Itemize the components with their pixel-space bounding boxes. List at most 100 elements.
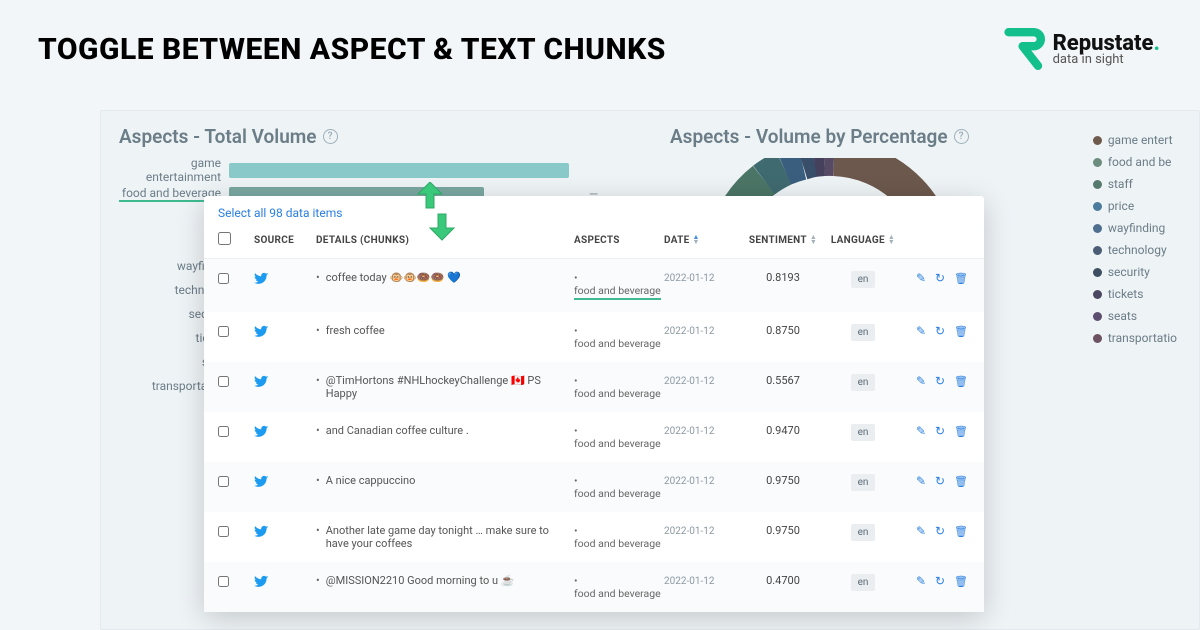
table-row[interactable]: •A nice cappuccino•food and beverage2022… — [204, 462, 984, 512]
twitter-icon — [254, 475, 269, 493]
delete-icon[interactable] — [954, 524, 970, 538]
row-date: 2022-01-12 — [664, 474, 742, 487]
row-checkbox[interactable] — [218, 273, 229, 284]
row-checkbox[interactable] — [218, 576, 229, 587]
row-date: 2022-01-12 — [664, 324, 742, 337]
edit-icon[interactable] — [916, 474, 928, 488]
twitter-icon — [254, 272, 269, 290]
legend-item[interactable]: technology — [1093, 239, 1177, 261]
column-details[interactable]: DETAILS (CHUNKS) — [316, 235, 574, 246]
row-checkbox[interactable] — [218, 326, 229, 337]
refresh-icon[interactable] — [935, 374, 947, 388]
legend-swatch-icon — [1093, 290, 1102, 299]
page-title: TOGGLE BETWEEN ASPECT & TEXT CHUNKS — [38, 32, 666, 67]
legend-item[interactable]: wayfinding — [1093, 217, 1177, 239]
legend-item[interactable]: price — [1093, 195, 1177, 217]
column-aspects[interactable]: ASPECTS — [574, 235, 664, 246]
data-items-modal: Select all 98 data items SOURCE DETAILS … — [204, 196, 984, 612]
edit-icon[interactable] — [916, 374, 928, 388]
row-actions — [902, 374, 970, 388]
table-row[interactable]: •coffee today 🐵🐵🍩🍩 💙•food and beverage20… — [204, 259, 984, 312]
column-language[interactable]: LANGUAGE▲▼ — [824, 235, 902, 246]
refresh-icon[interactable] — [935, 574, 947, 588]
row-language: en — [824, 474, 902, 491]
row-date: 2022-01-12 — [664, 424, 742, 437]
legend-swatch-icon — [1093, 202, 1102, 211]
legend-swatch-icon — [1093, 312, 1102, 321]
edit-icon[interactable] — [916, 424, 928, 438]
brand-block: Repustate. data in sight — [1003, 28, 1160, 70]
legend-item[interactable]: seats — [1093, 305, 1177, 327]
refresh-icon[interactable] — [935, 271, 947, 285]
row-checkbox[interactable] — [218, 376, 229, 387]
bar-row[interactable]: game entertainment — [119, 158, 630, 182]
edit-icon[interactable] — [916, 324, 928, 338]
delete-icon[interactable] — [954, 324, 970, 338]
row-language: en — [824, 574, 902, 591]
edit-icon[interactable] — [916, 574, 928, 588]
row-details: •coffee today 🐵🐵🍩🍩 💙 — [316, 271, 574, 284]
legend-item[interactable]: security — [1093, 261, 1177, 283]
legend-label: seats — [1108, 309, 1137, 323]
row-details: •A nice cappuccino — [316, 474, 574, 487]
select-all-checkbox[interactable] — [218, 232, 231, 245]
row-details: •Another late game day tonight … make su… — [316, 524, 574, 550]
row-actions — [902, 271, 970, 285]
refresh-icon[interactable] — [935, 324, 947, 338]
brand-logo-icon — [1003, 28, 1045, 70]
column-source[interactable]: SOURCE — [254, 235, 316, 246]
delete-icon[interactable] — [954, 374, 970, 388]
legend-label: tickets — [1108, 287, 1144, 301]
row-details: •fresh coffee — [316, 324, 574, 337]
legend-item[interactable]: transportatio — [1093, 327, 1177, 349]
sort-icon[interactable]: ▲▼ — [810, 235, 817, 245]
sort-icon[interactable]: ▲▼ — [693, 235, 700, 245]
row-details: •@MISSION2210 Good morning to u ☕ — [316, 574, 574, 587]
column-sentiment[interactable]: SENTIMENT▲▼ — [742, 235, 824, 246]
table-row[interactable]: •Another late game day tonight … make su… — [204, 512, 984, 562]
row-actions — [902, 474, 970, 488]
row-language: en — [824, 271, 902, 288]
refresh-icon[interactable] — [935, 524, 947, 538]
table-row[interactable]: •fresh coffee•food and beverage2022-01-1… — [204, 312, 984, 362]
row-checkbox[interactable] — [218, 426, 229, 437]
legend-label: food and be — [1108, 155, 1172, 169]
legend-swatch-icon — [1093, 158, 1102, 167]
legend-label: security — [1108, 265, 1150, 279]
row-date: 2022-01-12 — [664, 271, 742, 284]
select-all-link[interactable]: Select all 98 data items — [218, 206, 342, 220]
refresh-icon[interactable] — [935, 474, 947, 488]
row-date: 2022-01-12 — [664, 574, 742, 587]
delete-icon[interactable] — [954, 424, 970, 438]
column-date[interactable]: DATE▲▼ — [664, 235, 742, 246]
legend-item[interactable]: tickets — [1093, 283, 1177, 305]
aspects-total-volume-heading: Aspects - Total Volume ? — [119, 125, 630, 148]
row-sentiment: 0.8750 — [742, 324, 824, 337]
row-actions — [902, 574, 970, 588]
row-checkbox[interactable] — [218, 476, 229, 487]
row-language: en — [824, 524, 902, 541]
refresh-icon[interactable] — [935, 424, 947, 438]
delete-icon[interactable] — [954, 574, 970, 588]
row-language: en — [824, 374, 902, 391]
row-sentiment: 0.9470 — [742, 424, 824, 437]
legend-item[interactable]: game entert — [1093, 129, 1177, 151]
delete-icon[interactable] — [954, 474, 970, 488]
help-icon[interactable]: ? — [954, 129, 969, 144]
row-sentiment: 0.8193 — [742, 271, 824, 284]
table-row[interactable]: •@TimHortons #NHLhockeyChallenge 🇨🇦 PS H… — [204, 362, 984, 412]
delete-icon[interactable] — [954, 271, 970, 285]
table-row[interactable]: •and Canadian coffee culture .•food and … — [204, 412, 984, 462]
legend-item[interactable]: staff — [1093, 173, 1177, 195]
row-date: 2022-01-12 — [664, 524, 742, 537]
help-icon[interactable]: ? — [323, 129, 338, 144]
legend-item[interactable]: food and be — [1093, 151, 1177, 173]
twitter-icon — [254, 525, 269, 543]
edit-icon[interactable] — [916, 524, 928, 538]
legend-label: staff — [1108, 177, 1133, 191]
legend-label: technology — [1108, 243, 1167, 257]
table-row[interactable]: •@MISSION2210 Good morning to u ☕•food a… — [204, 562, 984, 612]
edit-icon[interactable] — [916, 271, 928, 285]
sort-icon[interactable]: ▲▼ — [888, 235, 895, 245]
row-checkbox[interactable] — [218, 526, 229, 537]
